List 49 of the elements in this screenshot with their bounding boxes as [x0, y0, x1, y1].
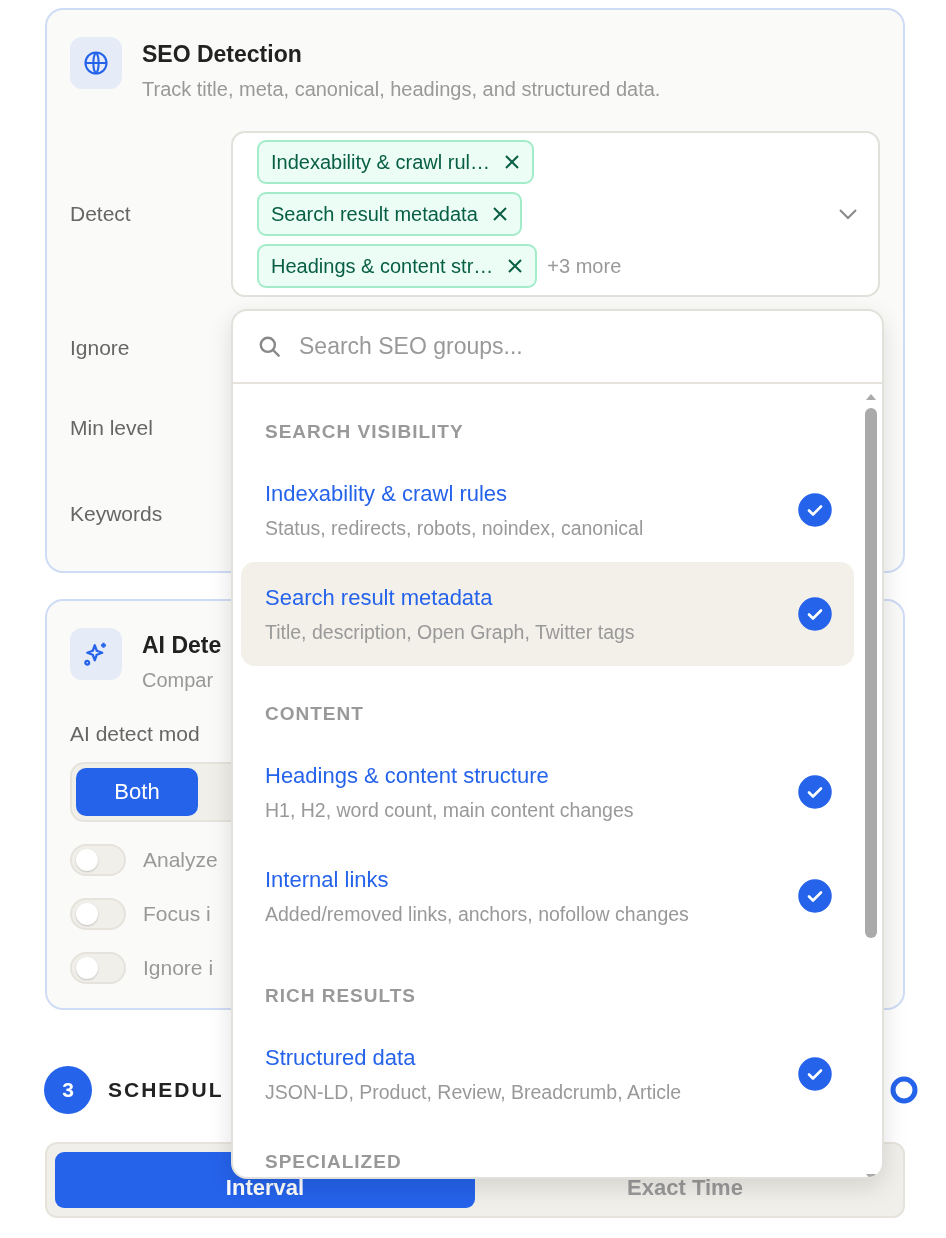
group-heading: SEARCH VISIBILITY [265, 420, 464, 444]
toggle-label: Analyze [143, 848, 218, 872]
option-description: JSON-LD, Product, Review, Breadcrumb, Article [265, 1080, 683, 1104]
field-label: Min level [70, 416, 153, 440]
option-description: Status, redirects, robots, noindex, canonical [265, 516, 645, 540]
card-title: AI Dete [142, 632, 222, 659]
field-label: Keywords [70, 502, 163, 526]
option-item[interactable]: Structured data JSON-LD, Product, Review, Breadcrumb, Article [241, 1022, 854, 1126]
segment-button[interactable]: Both [76, 768, 198, 816]
remove-icon[interactable] [507, 258, 524, 274]
remove-icon[interactable] [491, 206, 508, 222]
multi-select-field[interactable]: Indexability & crawl rul… Search result metadata Headings & content str… +3 more [231, 131, 880, 297]
option-item[interactable]: Search result metadata Title, description, Open Graph, Twitter tags [241, 562, 854, 666]
tag-chip: Indexability & crawl rul… [257, 140, 534, 184]
toggle-switch[interactable] [70, 952, 126, 984]
group-heading: RICH RESULTS [265, 984, 416, 1008]
field-label: AI detect mod [70, 722, 200, 746]
remove-icon[interactable] [503, 154, 520, 170]
option-title: Search result metadata [265, 584, 494, 611]
circle-icon [889, 1075, 919, 1105]
chevron-down-icon[interactable] [838, 208, 858, 220]
toggle-label: Focus i [143, 902, 211, 926]
globe-icon [82, 49, 110, 77]
tag-chip: Search result metadata [257, 192, 522, 236]
more-count: +3 more [547, 254, 622, 278]
option-item[interactable]: Indexability & crawl rules Status, redirects, robots, noindex, canonical [241, 458, 854, 562]
option-title: Internal links [265, 866, 390, 893]
toggle-switch[interactable] [70, 844, 126, 876]
option-title: Structured data [265, 1044, 417, 1071]
option-description: Title, description, Open Graph, Twitter tags [265, 620, 636, 644]
option-item[interactable]: Internal links Added/removed links, anchors, nofollow changes [241, 844, 854, 948]
toggle-label: Ignore i [143, 956, 214, 980]
card-subtitle: Compar [142, 669, 215, 692]
step-number: 3 [44, 1066, 92, 1114]
toggle-switch[interactable] [70, 898, 126, 930]
search-field[interactable]: Search SEO groups... [297, 332, 882, 361]
group-heading: CONTENT [265, 702, 364, 726]
field-label: Ignore [70, 336, 130, 360]
tag-chip: Headings & content str… [257, 244, 538, 288]
option-description: H1, H2, word count, main content changes [265, 798, 635, 822]
option-item[interactable]: Headings & content structure H1, H2, word count, main content changes [241, 740, 854, 844]
option-description: Added/removed links, anchors, nofollow changes [265, 902, 690, 926]
option-title: Headings & content structure [265, 762, 550, 789]
field-label: Detect [70, 202, 132, 226]
group-heading: SPECIALIZED [265, 1150, 402, 1174]
section-title: SCHEDUL [108, 1078, 224, 1102]
card-subtitle: Track title, meta, canonical, headings, and structured data. [142, 78, 661, 101]
card-title: SEO Detection [142, 41, 303, 68]
option-title: Indexability & crawl rules [265, 480, 509, 507]
